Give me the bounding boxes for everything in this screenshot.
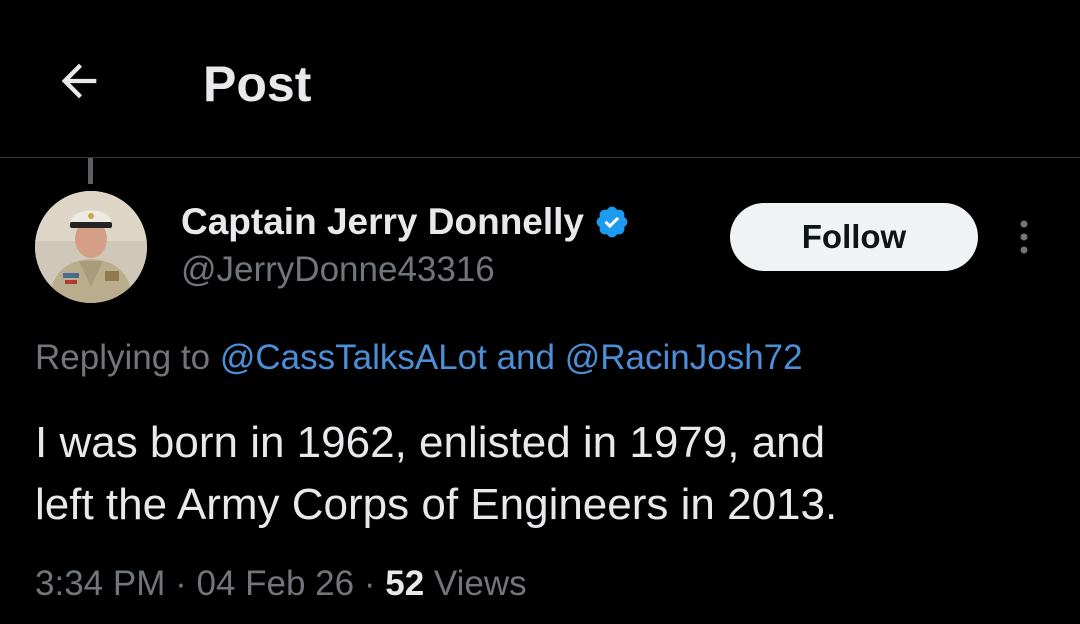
meta-separator-2: ·: [363, 564, 376, 603]
more-options-button[interactable]: [1004, 215, 1044, 259]
mention-link-2[interactable]: @RacinJosh72: [565, 338, 803, 377]
mention-link-1[interactable]: @CassTalksALot: [220, 338, 487, 377]
views-count[interactable]: 52: [385, 564, 424, 603]
replying-prefix: Replying to: [35, 338, 211, 377]
arrow-left-icon: [61, 63, 97, 99]
replying-to-line: Replying to @CassTalksALot and @RacinJos…: [35, 338, 803, 378]
author-display-name[interactable]: Captain Jerry Donnelly: [181, 201, 584, 243]
author-name-row: Captain Jerry Donnelly: [181, 200, 630, 244]
post-meta: 3:34 PM · 04 Feb 26 · 52 Views: [35, 564, 527, 604]
meta-separator-1: ·: [175, 564, 187, 603]
back-button[interactable]: [48, 50, 110, 112]
views-label[interactable]: Views: [434, 564, 527, 603]
verified-badge-icon[interactable]: [594, 204, 630, 240]
mention-conjunction: and: [496, 338, 555, 377]
follow-button[interactable]: Follow: [730, 203, 978, 271]
post-time[interactable]: 3:34 PM: [35, 564, 165, 603]
avatar-photo: [35, 191, 147, 303]
more-vertical-icon: [1020, 220, 1028, 254]
post-text-line-1: I was born in 1962, enlisted in 1979, an…: [35, 418, 826, 467]
page-title: Post: [203, 56, 312, 112]
author-handle[interactable]: @JerryDonne43316: [181, 250, 495, 290]
thread-connector-line: [88, 158, 93, 184]
post-text: I was born in 1962, enlisted in 1979, an…: [35, 412, 1045, 536]
post-text-line-2: left the Army Corps of Engineers in 2013…: [35, 480, 838, 529]
top-bar: Post: [0, 0, 1080, 158]
post-date[interactable]: 04 Feb 26: [196, 564, 354, 603]
avatar[interactable]: [35, 191, 147, 303]
